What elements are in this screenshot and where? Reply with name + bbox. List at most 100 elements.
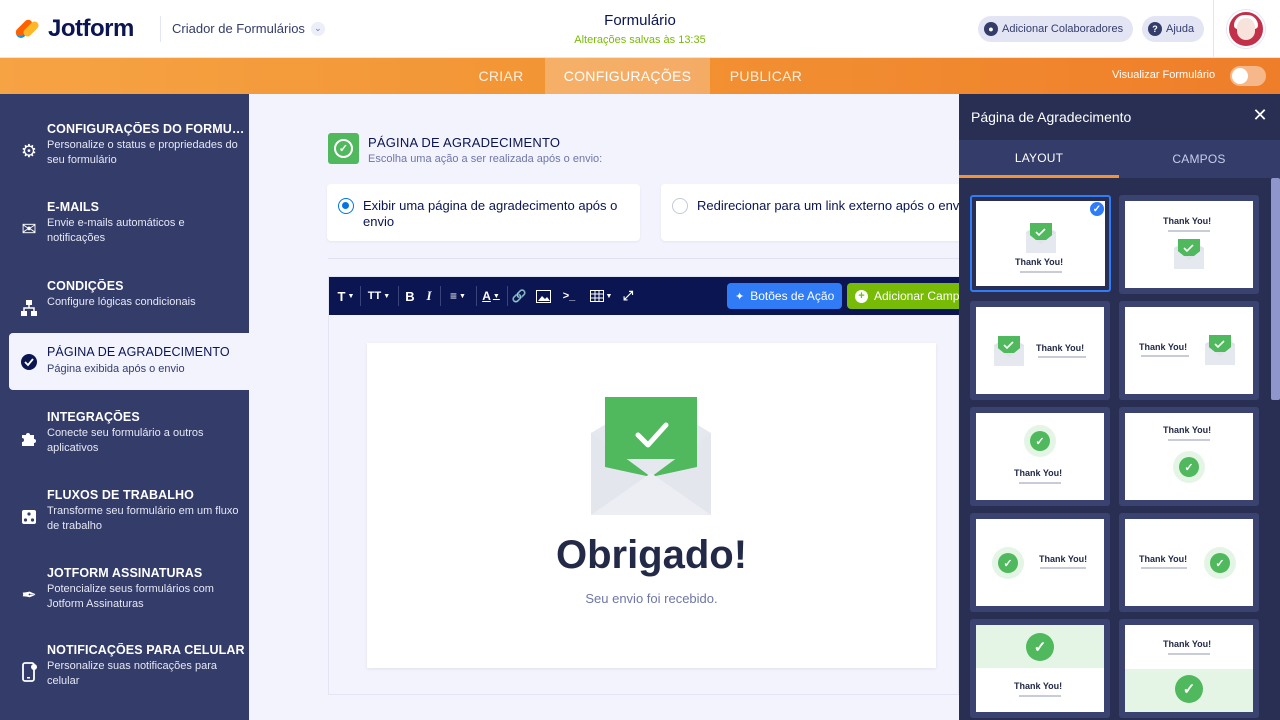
tab-fields[interactable]: CAMPOS bbox=[1119, 140, 1279, 178]
action-buttons-label: Botões de Ação bbox=[750, 289, 835, 303]
gear-icon: ⚙ bbox=[20, 140, 38, 161]
section-divider bbox=[328, 258, 959, 259]
pointer-click-icon: ✦ bbox=[735, 290, 745, 303]
tab-configuracoes[interactable]: CONFIGURAÇÕES bbox=[545, 58, 710, 94]
layout-option-circle-bottom[interactable]: Thank You! ✓ bbox=[1119, 407, 1259, 506]
panel-title: Página de Agradecimento bbox=[971, 109, 1132, 125]
layout-option-circle-right[interactable]: Thank You! ✓ bbox=[1119, 513, 1259, 612]
layout-option-circle-left[interactable]: ✓ Thank You! bbox=[970, 513, 1110, 612]
preview-form-toggle[interactable] bbox=[1230, 66, 1266, 86]
italic-button[interactable]: I bbox=[423, 286, 435, 306]
plus-circle-icon: + bbox=[855, 289, 868, 303]
preview-form-label: Visualizar Formulário bbox=[1112, 69, 1216, 81]
layout-option-circle-top[interactable]: ✓ Thank You! bbox=[970, 407, 1110, 506]
sidebar-item-title: INTEGRAÇÕES bbox=[47, 410, 140, 424]
thank-you-editor: T ▼ TT ▼ B I ≡ ▼ A ▼ 🔗 >_ ▼ ⤢ ✦ Botões de Aç… bbox=[328, 276, 960, 695]
sidebar-item-title: NOTIFICAÇÕES PARA CELULAR bbox=[47, 643, 245, 657]
code-icon[interactable]: >_ bbox=[561, 286, 577, 306]
header-divider bbox=[160, 16, 161, 42]
check-icon: ✓ bbox=[334, 139, 353, 158]
sidebar-item-thank-you-page[interactable]: PÁGINA DE AGRADECIMENTO Página exibida a… bbox=[9, 333, 249, 390]
panel-tabs: LAYOUT CAMPOS bbox=[959, 140, 1280, 178]
sidebar-item-desc: Página exibida após o envio bbox=[47, 363, 185, 375]
font-size-button[interactable]: TT ▼ bbox=[365, 286, 393, 306]
top-header: Jotform Criador de Formulários ⌄ Formulá… bbox=[0, 0, 1280, 58]
option-redirect-external[interactable]: Redirecionar para um link externo após o… bbox=[661, 184, 959, 241]
font-family-button[interactable]: T ▼ bbox=[335, 286, 357, 306]
layout-option-envelope-bottom[interactable]: Thank You! bbox=[1119, 195, 1259, 294]
envelope-check-icon bbox=[591, 397, 711, 515]
tab-publicar[interactable]: PUBLICAR bbox=[710, 58, 822, 94]
radio-selected[interactable] bbox=[338, 198, 354, 214]
tab-layout[interactable]: LAYOUT bbox=[959, 140, 1119, 178]
jotform-logo[interactable]: Jotform bbox=[13, 15, 134, 43]
help-label: Ajuda bbox=[1166, 23, 1195, 35]
sidebar-item-desc: Potencialize seus formulários com Jotfor… bbox=[47, 583, 214, 610]
panel-scrollbar[interactable] bbox=[1271, 178, 1280, 400]
layout-label: Thank You! bbox=[1015, 257, 1064, 267]
text-color-icon[interactable]: A ▼ bbox=[480, 286, 502, 306]
layout-option-band-bottom[interactable]: Thank You! ✓ bbox=[1119, 619, 1259, 718]
jotform-logo-icon bbox=[13, 16, 41, 42]
logo-text: Jotform bbox=[48, 15, 134, 42]
option-label: Exibir uma página de agradecimento após … bbox=[363, 198, 618, 229]
sidebar-item-integrations[interactable]: INTEGRAÇÕES Conecte seu formulário a out… bbox=[0, 410, 249, 468]
bold-button[interactable]: B bbox=[403, 286, 417, 306]
layout-option-envelope-left[interactable]: Thank You! bbox=[970, 301, 1110, 400]
avatar[interactable] bbox=[1227, 10, 1265, 48]
option-label: Redirecionar para um link externo após o… bbox=[697, 198, 959, 213]
sidebar-item-sign[interactable]: ✒ JOTFORM ASSINATURAS Potencialize seus … bbox=[0, 566, 249, 624]
layout-label: Thank You! bbox=[1163, 425, 1212, 435]
layout-label: Thank You! bbox=[1139, 342, 1188, 352]
close-icon[interactable]: ✕ bbox=[1251, 105, 1269, 125]
add-collaborators-label: Adicionar Colaboradores bbox=[1002, 23, 1124, 35]
section-title: PÁGINA DE AGRADECIMENTO bbox=[368, 135, 561, 150]
fullscreen-icon[interactable]: ⤢ bbox=[620, 286, 636, 306]
help-icon: ? bbox=[1148, 22, 1162, 36]
sidebar-item-emails[interactable]: ✉ E-MAILS Envie e-mails automáticos e no… bbox=[0, 200, 249, 258]
form-title[interactable]: Formulário bbox=[540, 12, 740, 29]
sidebar-item-workflows[interactable]: FLUXOS DE TRABALHO Transforme seu formul… bbox=[0, 488, 249, 546]
thank-you-section-icon: ✓ bbox=[328, 133, 359, 164]
link-icon[interactable]: 🔗 bbox=[511, 286, 527, 306]
table-icon[interactable]: ▼ bbox=[588, 286, 614, 306]
layout-label: Thank You! bbox=[1163, 639, 1212, 649]
layout-option-envelope-top[interactable]: Thank You! ✓ bbox=[970, 195, 1111, 292]
layout-option-band-top[interactable]: ✓ Thank You! bbox=[970, 619, 1110, 718]
signature-pen-icon: ✒ bbox=[21, 584, 37, 605]
save-status: Alterações salvas às 13:35 bbox=[574, 34, 706, 46]
puzzle-icon bbox=[18, 428, 40, 450]
user-icon: ● bbox=[984, 22, 998, 36]
option-show-thank-you-page[interactable]: Exibir uma página de agradecimento após … bbox=[327, 184, 640, 241]
layout-label: Thank You! bbox=[1163, 216, 1212, 226]
align-icon[interactable]: ≡ ▼ bbox=[445, 286, 471, 306]
sidebar-item-form-settings[interactable]: ⚙ CONFIGURAÇÕES DO FORMULÁRIO Personaliz… bbox=[0, 122, 249, 180]
action-buttons-button[interactable]: ✦ Botões de Ação bbox=[727, 283, 843, 309]
help-button[interactable]: ? Ajuda bbox=[1142, 16, 1205, 42]
add-collaborators-button[interactable]: ● Adicionar Colaboradores bbox=[978, 16, 1134, 42]
thank-you-heading[interactable]: Obrigado! bbox=[367, 533, 936, 578]
sidebar-item-mobile-notifications[interactable]: NOTIFICAÇÕES PARA CELULAR Personalize su… bbox=[0, 643, 249, 701]
builder-dropdown[interactable]: Criador de Formulários ⌄ bbox=[172, 21, 325, 36]
thank-you-subtext[interactable]: Seu envio foi recebido. bbox=[367, 591, 936, 606]
radio-unselected[interactable] bbox=[672, 198, 688, 214]
sidebar-item-desc: Conecte seu formulário a outros aplicati… bbox=[47, 427, 204, 454]
image-icon[interactable] bbox=[535, 286, 551, 306]
layout-option-envelope-right[interactable]: Thank You! bbox=[1119, 301, 1259, 400]
sidebar-item-title: E-MAILS bbox=[47, 200, 100, 214]
sidebar-item-desc: Transforme seu formulário em um fluxo de… bbox=[47, 505, 239, 532]
sidebar-item-title: PÁGINA DE AGRADECIMENTO bbox=[47, 345, 230, 359]
chevron-down-icon: ⌄ bbox=[310, 21, 325, 36]
selected-check-icon: ✓ bbox=[1089, 201, 1105, 217]
add-field-button[interactable]: + Adicionar Campo bbox=[847, 283, 960, 309]
layout-label: Thank You! bbox=[1139, 554, 1188, 564]
sidebar-item-conditions[interactable]: CONDIÇÕES Configure lógicas condicionais bbox=[0, 279, 249, 337]
mobile-notification-icon bbox=[18, 661, 40, 683]
sidebar-item-title: FLUXOS DE TRABALHO bbox=[47, 488, 194, 502]
thank-you-preview[interactable]: Obrigado! Seu envio foi recebido. bbox=[367, 343, 936, 668]
settings-sidebar: ⚙ CONFIGURAÇÕES DO FORMULÁRIO Personaliz… bbox=[0, 94, 249, 720]
sidebar-item-desc: Envie e-mails automáticos e notificações bbox=[47, 217, 185, 244]
check-circle-icon bbox=[18, 351, 40, 373]
sidebar-item-title: CONDIÇÕES bbox=[47, 279, 124, 293]
tab-criar[interactable]: CRIAR bbox=[457, 58, 545, 94]
